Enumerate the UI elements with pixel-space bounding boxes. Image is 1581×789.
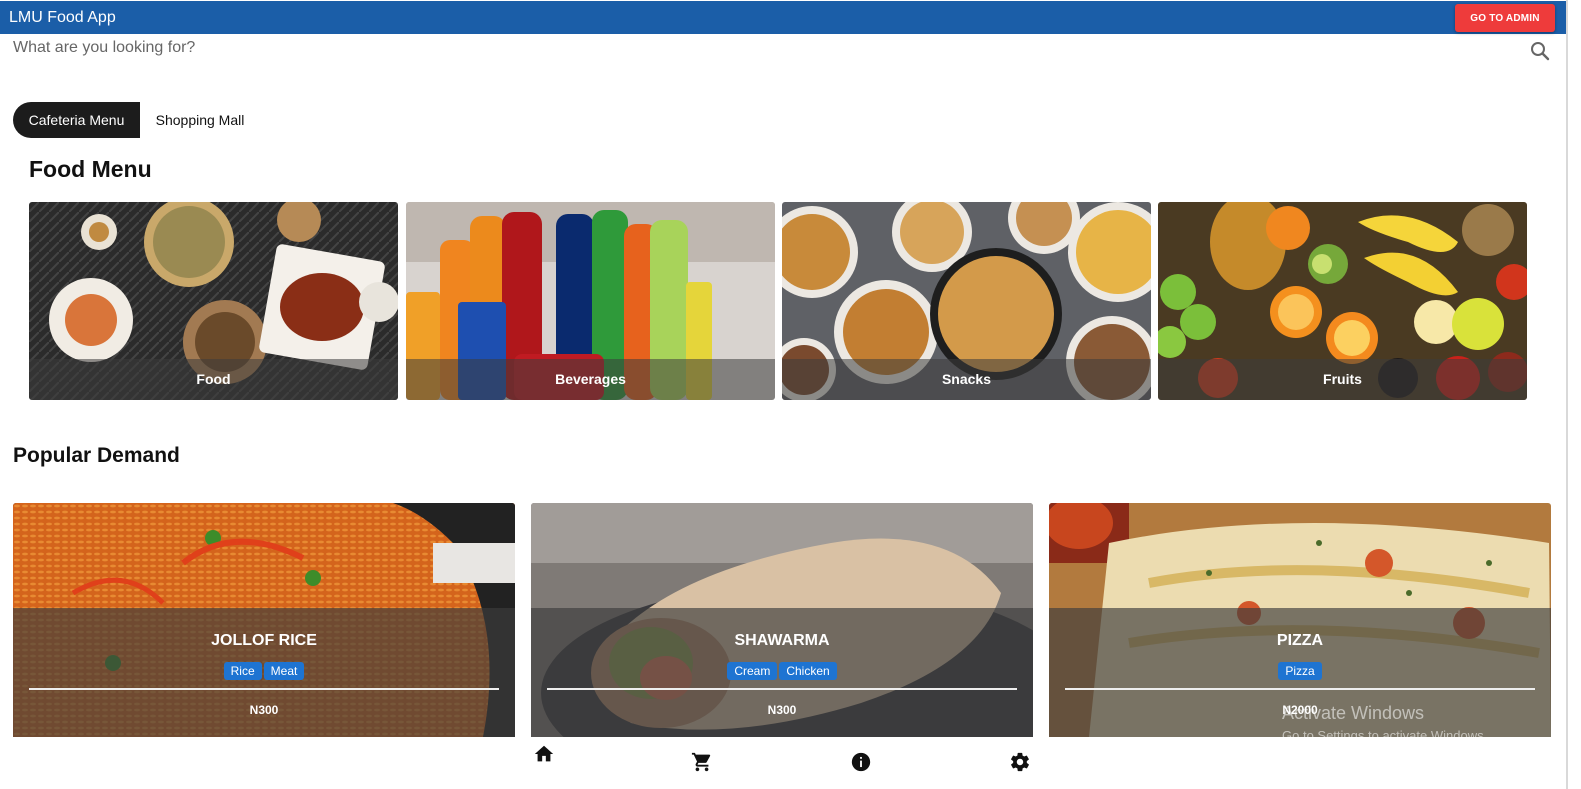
app-bar: LMU Food App GO TO ADMIN [0,1,1568,34]
popular-card-pizza[interactable]: PIZZA Pizza N2000 [1049,503,1551,737]
home-icon[interactable] [529,739,559,769]
popular-card-shawarma[interactable]: SHAWARMA Cream Chicken N300 [531,503,1033,737]
category-card-snacks[interactable]: Snacks [782,202,1151,400]
popular-card-jollof-rice[interactable]: JOLLOF RICE Rice Meat N300 [13,503,515,737]
search-bar [13,39,1553,63]
bottom-navigation [0,737,1566,789]
tag-chip: Pizza [1278,662,1322,680]
food-price: N300 [249,703,279,717]
category-card-fruits[interactable]: Fruits [1158,202,1527,400]
info-icon[interactable] [846,747,876,777]
category-label: Food [196,371,231,387]
category-card-beverages[interactable]: Beverages [406,202,775,400]
food-price: N300 [767,703,797,717]
card-divider [547,688,1017,690]
category-label: Beverages [555,371,626,387]
popular-demand-heading: Popular Demand [13,444,180,467]
tag-chip: Meat [263,662,305,680]
food-name: JOLLOF RICE [211,632,317,649]
category-card-food[interactable]: Food [29,202,398,400]
card-divider [29,688,499,690]
card-divider [1065,688,1535,690]
watermark-title: Activate Windows [1282,703,1425,723]
food-name: PIZZA [1276,632,1324,649]
tab-shopping-mall[interactable]: Shopping Mall [140,102,260,138]
tag-chip: Cream [727,662,778,680]
window-scrollbar[interactable] [1566,0,1568,789]
tab-cafeteria-menu[interactable]: Cafeteria Menu [13,102,140,138]
tag-chip: Rice [223,662,262,680]
food-menu-heading: Food Menu [29,156,152,182]
category-label: Fruits [1323,371,1362,387]
tag-list: Cream Chicken [531,662,1033,680]
cart-icon[interactable] [687,747,717,777]
settings-icon[interactable] [1005,747,1035,777]
search-icon[interactable] [1528,39,1552,63]
go-to-admin-button[interactable]: GO TO ADMIN [1455,4,1555,32]
tag-chip: Chicken [779,662,837,680]
tag-list: Rice Meat [13,662,515,680]
category-label: Snacks [941,371,992,387]
app-title: LMU Food App [9,9,116,26]
food-name: SHAWARMA [734,632,830,649]
search-input[interactable] [13,39,1513,57]
tag-list: Pizza [1049,662,1551,680]
